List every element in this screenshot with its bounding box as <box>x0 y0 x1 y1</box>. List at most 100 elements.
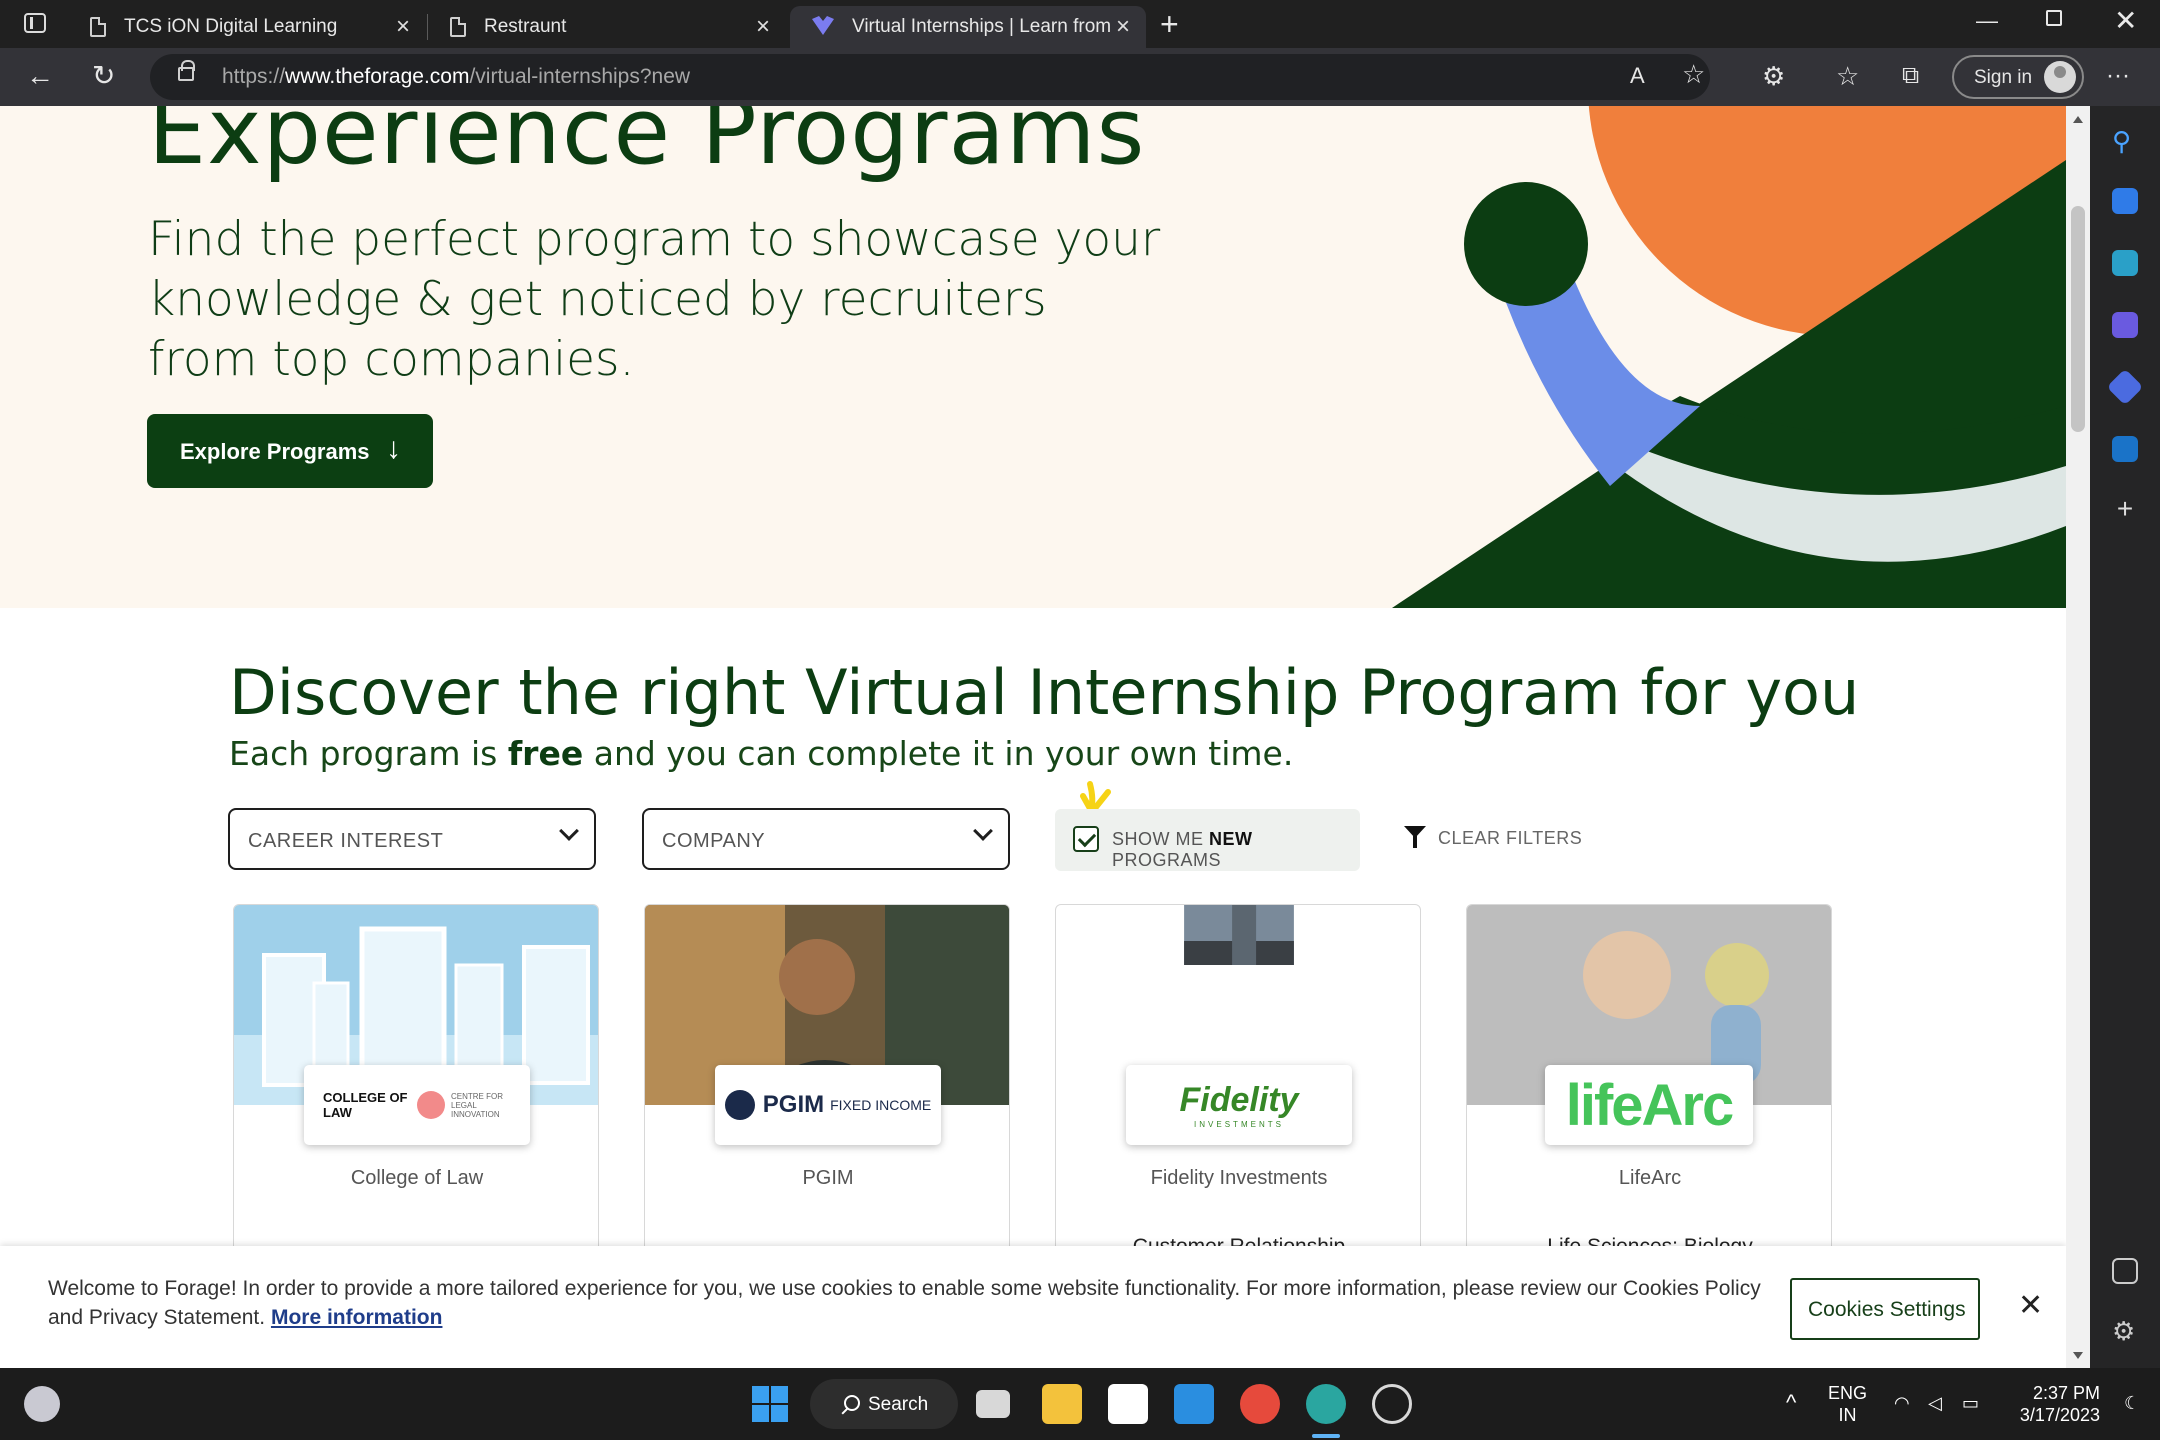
weather-icon[interactable] <box>24 1386 60 1422</box>
wifi-icon[interactable]: ◠ <box>1894 1392 1910 1414</box>
search-icon <box>844 1395 860 1411</box>
program-card-college-of-law[interactable]: COLLEGE OF LAW CENTRE FOR LEGAL INNOVATI… <box>233 904 599 1284</box>
sign-in-label: Sign in <box>1974 67 2033 88</box>
tab-title: Restraunt <box>484 16 567 37</box>
new-programs-checkbox[interactable] <box>1073 826 1099 852</box>
cli-mark-icon <box>417 1091 445 1119</box>
more-information-link[interactable]: More information <box>271 1306 443 1329</box>
close-window-icon[interactable]: ✕ <box>2114 4 2137 37</box>
scroll-down-icon[interactable] <box>2073 1352 2083 1359</box>
tab-virtual-internships[interactable]: Virtual Internships | Learn from re × <box>790 6 1146 48</box>
clear-filters-button[interactable]: CLEAR FILTERS <box>1402 826 1583 849</box>
notifications-icon[interactable]: ☾ <box>2124 1392 2140 1414</box>
vscode-icon[interactable] <box>1174 1384 1214 1424</box>
windows-taskbar: Search ^ ENG IN ◠ ◁ ▭ 2:37 PM 3/17/2023 ☾ <box>0 1368 2160 1440</box>
lifearc-logo: lifeArc <box>1545 1065 1753 1145</box>
new-tab-icon[interactable]: + <box>1160 6 1179 42</box>
shopping-icon[interactable] <box>2112 250 2138 276</box>
pgim-mark-icon <box>724 1090 755 1120</box>
company-label: COMPANY <box>662 830 766 852</box>
search-icon[interactable]: ⚲ <box>2112 128 2138 154</box>
edge-icon[interactable] <box>1306 1384 1346 1424</box>
taskbar-search[interactable]: Search <box>810 1379 958 1429</box>
fidelity-logo: Fidelity INVESTMENTS <box>1126 1065 1352 1145</box>
read-aloud-icon[interactable]: A <box>1630 60 1645 92</box>
hero-illustration <box>1392 106 2066 608</box>
scroll-thumb[interactable] <box>2071 206 2085 432</box>
address-toolbar: ← ↻ https://www.theforage.com/virtual-in… <box>0 48 2160 106</box>
active-app-indicator <box>1312 1434 1340 1438</box>
program-card-lifearc[interactable]: lifeArc LifeArc Life Sciences: Biology <box>1466 904 1832 1284</box>
minimize-icon[interactable]: — <box>1976 8 1998 34</box>
bing-chat-icon[interactable] <box>2112 188 2138 214</box>
page-viewport: Experience Programs Find the perfect pro… <box>0 106 2066 1368</box>
office-terrace-image <box>1184 905 1294 965</box>
program-card-fidelity[interactable]: Fidelity INVESTMENTS Fidelity Investment… <box>1055 904 1421 1284</box>
collections-icon[interactable]: ⧉ <box>1902 60 1919 92</box>
tab-actions-icon[interactable] <box>24 13 46 33</box>
office-icon[interactable] <box>2106 368 2144 406</box>
cookies-settings-button[interactable]: Cookies Settings <box>1790 1278 1980 1340</box>
cookie-message: Welcome to Forage! In order to provide a… <box>48 1277 1761 1329</box>
file-explorer-icon[interactable] <box>1042 1384 1082 1424</box>
annotation-arrow-icon <box>1080 781 1111 815</box>
close-tab-icon[interactable]: × <box>756 15 770 39</box>
explore-programs-label: Explore Programs <box>180 439 370 464</box>
tab-title: TCS iON Digital Learning <box>124 16 338 37</box>
start-icon[interactable] <box>750 1384 790 1424</box>
taskbar-search-label: Search <box>868 1394 929 1415</box>
hero-section: Experience Programs Find the perfect pro… <box>0 106 2066 608</box>
add-icon[interactable]: + <box>2112 495 2138 523</box>
task-view-icon[interactable] <box>976 1390 1010 1418</box>
career-interest-dropdown[interactable]: CAREER INTEREST <box>228 808 596 870</box>
battery-icon[interactable]: ▭ <box>1962 1392 1979 1414</box>
url-text[interactable]: https://www.theforage.com/virtual-intern… <box>222 65 690 89</box>
tab-strip: TCS iON Digital Learning × Restraunt × V… <box>0 0 2160 48</box>
card-company: College of Law <box>350 1167 484 1189</box>
hero-title: Experience Programs <box>148 106 1146 185</box>
browser-sidebar: ⚲ + ⚙ <box>2090 106 2160 1368</box>
more-icon[interactable]: ··· <box>2106 60 2130 92</box>
sidebar-hide-icon[interactable] <box>2112 1258 2138 1284</box>
show-new-programs-toggle[interactable]: SHOW ME NEW PROGRAMS <box>1055 809 1360 871</box>
explore-programs-button[interactable]: Explore Programs ↓ <box>147 414 433 488</box>
extensions-icon[interactable]: ⚙ <box>1762 60 1785 92</box>
card-company: Fidelity Investments <box>1150 1167 1328 1189</box>
media-player-icon[interactable] <box>1372 1384 1412 1424</box>
settings-gear-icon[interactable]: ⚙ <box>2112 1318 2138 1344</box>
filter-clear-icon <box>1404 826 1426 848</box>
close-tab-icon[interactable]: × <box>396 15 410 39</box>
arrow-down-icon: ↓ <box>386 432 401 465</box>
chrome-icon[interactable] <box>1240 1384 1280 1424</box>
back-icon[interactable]: ← <box>26 60 54 92</box>
pgim-logo: PGIM FIXED INCOME <box>715 1065 941 1145</box>
discover-title: Discover the right Virtual Internship Pr… <box>229 656 1860 729</box>
tab-restraunt[interactable]: Restraunt × <box>430 6 786 48</box>
refresh-icon[interactable]: ↻ <box>92 60 115 92</box>
address-bar[interactable]: https://www.theforage.com/virtual-intern… <box>150 54 1710 100</box>
language-indicator[interactable]: ENG IN <box>1828 1382 1867 1426</box>
show-hidden-icons-icon[interactable]: ^ <box>1786 1392 1796 1414</box>
clear-filters-label: CLEAR FILTERS <box>1438 828 1583 848</box>
microsoft-store-icon[interactable] <box>1108 1384 1148 1424</box>
sign-in-button[interactable]: Sign in <box>1952 55 2084 99</box>
company-dropdown[interactable]: COMPANY <box>642 808 1010 870</box>
tab-tcs-ion[interactable]: TCS iON Digital Learning × <box>70 6 428 48</box>
card-company: PGIM <box>802 1167 854 1189</box>
card-company: LifeArc <box>1618 1167 1682 1189</box>
volume-icon[interactable]: ◁ <box>1928 1392 1942 1414</box>
scroll-up-icon[interactable] <box>2073 116 2083 123</box>
vertical-scrollbar[interactable] <box>2066 106 2090 1368</box>
program-card-pgim[interactable]: PGIM FIXED INCOME PGIM <box>644 904 1010 1284</box>
outlook-icon[interactable] <box>2112 436 2138 462</box>
favorite-add-icon[interactable]: ☆ <box>1682 58 1705 90</box>
close-tab-icon[interactable]: × <box>1116 15 1130 39</box>
college-of-law-logo: COLLEGE OF LAW CENTRE FOR LEGAL INNOVATI… <box>304 1065 530 1145</box>
favorites-icon[interactable]: ☆ <box>1836 60 1859 92</box>
close-icon[interactable]: ✕ <box>2018 1288 2043 1323</box>
forage-favicon-icon <box>812 16 834 35</box>
clock[interactable]: 2:37 PM 3/17/2023 <box>2010 1382 2100 1426</box>
lock-icon[interactable] <box>178 60 195 81</box>
games-icon[interactable] <box>2112 312 2138 338</box>
restore-icon[interactable] <box>2046 10 2062 26</box>
